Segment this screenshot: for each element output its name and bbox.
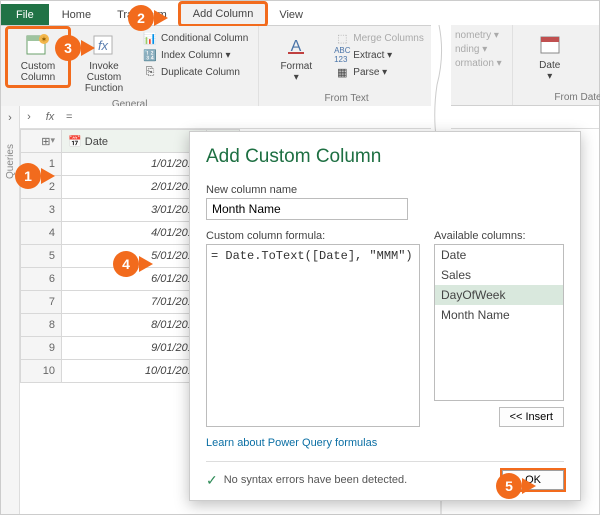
tab-home[interactable]: Home bbox=[49, 4, 104, 25]
column-header-index[interactable]: ⊞▾ bbox=[21, 130, 62, 153]
invoke-function-label: Invoke Custom Function bbox=[76, 61, 132, 94]
rounding-label: nding ▾ bbox=[455, 44, 487, 55]
column-header-date-label: Date bbox=[85, 136, 108, 148]
cell-date[interactable]: 8/01/2017 bbox=[62, 314, 207, 337]
available-columns-label: Available columns: bbox=[434, 230, 564, 242]
trigonometry-button[interactable]: nometry ▾ bbox=[451, 29, 506, 42]
avail-item-date[interactable]: Date bbox=[435, 245, 563, 265]
index-label: Index Column ▾ bbox=[161, 50, 231, 61]
extract-icon: ABC123 bbox=[335, 48, 349, 62]
row-number: 6 bbox=[21, 268, 62, 291]
learn-link[interactable]: Learn about Power Query formulas bbox=[206, 437, 564, 449]
custom-column-label: Custom Column bbox=[21, 61, 55, 83]
date-icon bbox=[536, 30, 564, 58]
merge-icon: ⬚ bbox=[335, 31, 349, 45]
row-number: 9 bbox=[21, 337, 62, 360]
svg-text:✶: ✶ bbox=[41, 35, 48, 44]
row-number: 3 bbox=[21, 199, 62, 222]
tab-add-column[interactable]: Add Column bbox=[180, 3, 267, 25]
row-number: 5 bbox=[21, 245, 62, 268]
conditional-icon: 📊 bbox=[143, 31, 157, 45]
merge-columns-button[interactable]: ⬚ Merge Columns bbox=[331, 30, 428, 46]
expand-queries-icon[interactable]: › bbox=[8, 112, 12, 124]
parse-button[interactable]: ▦ Parse ▾ bbox=[331, 64, 428, 80]
tab-view[interactable]: View bbox=[266, 4, 316, 25]
add-custom-column-dialog: Add Custom Column New column name Custom… bbox=[189, 131, 581, 501]
avail-item-monthname[interactable]: Month Name bbox=[435, 305, 563, 325]
extract-button[interactable]: ABC123 Extract ▾ bbox=[331, 47, 428, 63]
fx-icon[interactable]: fx bbox=[38, 111, 62, 123]
tab-file[interactable]: File bbox=[1, 4, 49, 25]
formula-bar-input[interactable]: = bbox=[62, 109, 599, 125]
group-num-right-label bbox=[451, 90, 506, 103]
ribbon-right-fragment: nometry ▾ nding ▾ ormation ▾ Date ▾ Time… bbox=[449, 25, 599, 106]
information-label: ormation ▾ bbox=[455, 58, 502, 69]
group-dt-label: From Date & bbox=[519, 90, 600, 103]
row-number: 2 bbox=[21, 176, 62, 199]
information-button[interactable]: ormation ▾ bbox=[451, 57, 506, 70]
cell-date[interactable]: 2/01/2017 bbox=[62, 176, 207, 199]
queries-label: Queries bbox=[5, 144, 16, 179]
check-icon: ✓ bbox=[206, 472, 218, 489]
date-button[interactable]: Date ▾ bbox=[519, 27, 581, 85]
custom-column-icon: ✶ bbox=[24, 31, 52, 59]
row-number: 8 bbox=[21, 314, 62, 337]
cell-date[interactable]: 7/01/2017 bbox=[62, 291, 207, 314]
ribbon-tabs: File Home Transform Add Column View bbox=[1, 1, 599, 26]
formula-expand-icon[interactable]: › bbox=[20, 111, 38, 123]
index-column-button[interactable]: 🔢 Index Column ▾ bbox=[139, 47, 252, 63]
index-icon: 🔢 bbox=[143, 48, 157, 62]
cell-date[interactable]: 5/01/2017 bbox=[62, 245, 207, 268]
formula-bar[interactable]: › fx = bbox=[20, 106, 599, 129]
column-header-date[interactable]: 📅 Date▾ bbox=[62, 130, 207, 153]
time-button[interactable]: Time ▾ bbox=[585, 27, 600, 85]
new-column-name-input[interactable] bbox=[206, 198, 408, 220]
merge-label: Merge Columns bbox=[353, 33, 424, 44]
group-text-label: From Text bbox=[265, 91, 428, 104]
conditional-column-button[interactable]: 📊 Conditional Column bbox=[139, 30, 252, 46]
date-label: Date ▾ bbox=[539, 60, 560, 82]
extract-label: Extract ▾ bbox=[353, 50, 392, 61]
syntax-status: ✓ No syntax errors have been detected. bbox=[206, 472, 407, 489]
duplicate-icon: ⎘ bbox=[143, 65, 157, 79]
formula-label: Custom column formula: bbox=[206, 230, 420, 242]
new-column-name-label: New column name bbox=[206, 184, 564, 196]
available-columns-list[interactable]: Date Sales DayOfWeek Month Name bbox=[434, 244, 564, 401]
formula-input[interactable]: = Date.ToText([Date], "MMM") bbox=[206, 244, 420, 427]
cell-date[interactable]: 1/01/2017 bbox=[62, 153, 207, 176]
format-icon: A bbox=[282, 31, 310, 59]
cell-date[interactable]: 4/01/2017 bbox=[62, 222, 207, 245]
custom-column-button[interactable]: ✶ Custom Column bbox=[7, 28, 69, 86]
row-number: 7 bbox=[21, 291, 62, 314]
conditional-label: Conditional Column bbox=[161, 33, 248, 44]
ok-button[interactable]: OK bbox=[502, 470, 564, 490]
row-number: 1 bbox=[21, 153, 62, 176]
row-number: 10 bbox=[21, 360, 62, 383]
row-number: 4 bbox=[21, 222, 62, 245]
rounding-button[interactable]: nding ▾ bbox=[451, 43, 506, 56]
tab-transform[interactable]: Transform bbox=[104, 4, 180, 25]
svg-text:fx: fx bbox=[98, 38, 109, 53]
trigonometry-label: nometry ▾ bbox=[455, 30, 499, 41]
invoke-function-icon: fx bbox=[90, 31, 118, 59]
duplicate-column-button[interactable]: ⎘ Duplicate Column bbox=[139, 64, 252, 80]
insert-button[interactable]: << Insert bbox=[499, 407, 564, 427]
dialog-title: Add Custom Column bbox=[206, 146, 564, 168]
syntax-status-text: No syntax errors have been detected. bbox=[224, 474, 407, 486]
queries-pane[interactable]: › Queries bbox=[1, 106, 20, 514]
cell-date[interactable]: 3/01/2017 bbox=[62, 199, 207, 222]
duplicate-label: Duplicate Column bbox=[161, 67, 240, 78]
parse-icon: ▦ bbox=[335, 65, 349, 79]
format-label: Format ▾ bbox=[280, 61, 312, 83]
parse-label: Parse ▾ bbox=[353, 67, 387, 78]
invoke-custom-function-button[interactable]: fx Invoke Custom Function bbox=[73, 28, 135, 97]
avail-item-dayofweek[interactable]: DayOfWeek bbox=[435, 285, 563, 305]
avail-item-sales[interactable]: Sales bbox=[435, 265, 563, 285]
cell-date[interactable]: 10/01/2017 bbox=[62, 360, 207, 383]
cell-date[interactable]: 6/01/2017 bbox=[62, 268, 207, 291]
cell-date[interactable]: 9/01/2017 bbox=[62, 337, 207, 360]
format-button[interactable]: A Format ▾ bbox=[265, 28, 327, 86]
